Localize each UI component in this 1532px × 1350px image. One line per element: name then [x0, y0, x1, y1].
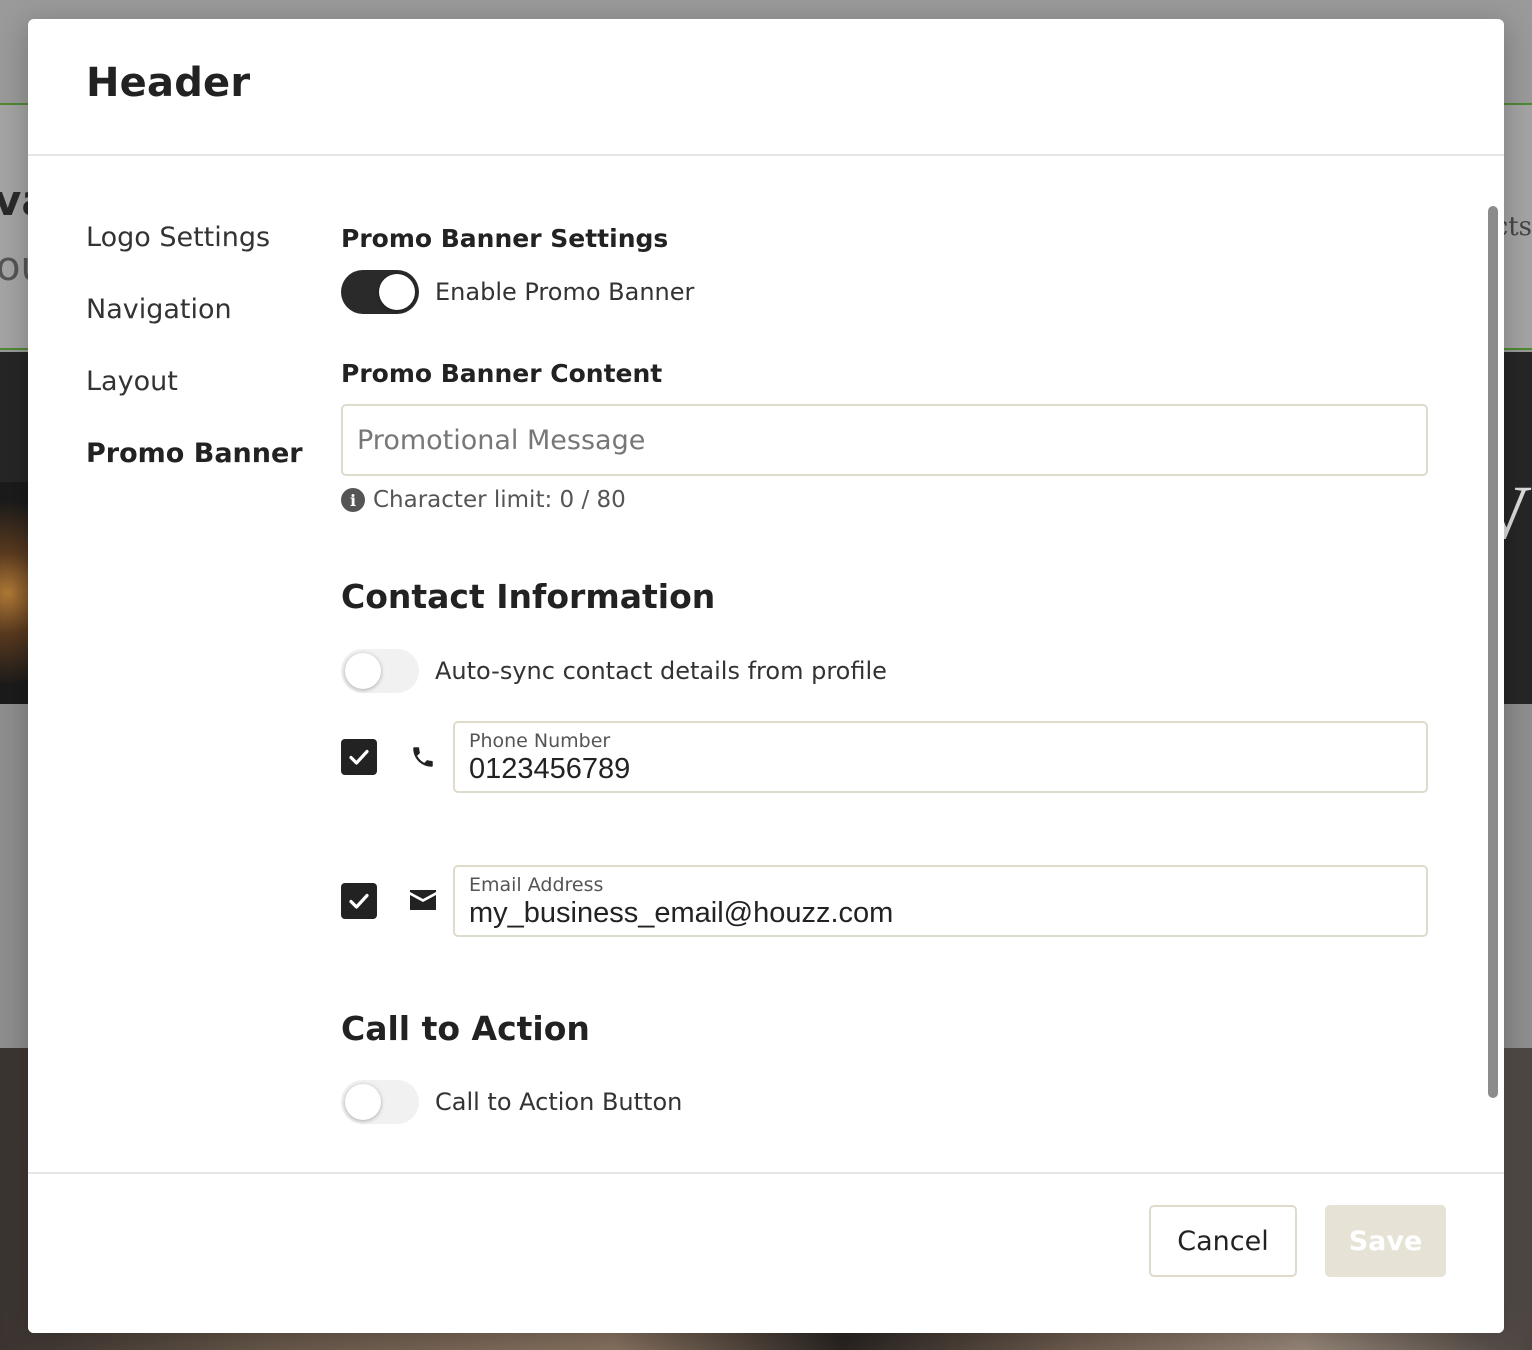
phone-field: Phone Number	[453, 721, 1428, 793]
email-field: Email Address	[453, 865, 1428, 937]
modal-title: Header	[86, 59, 251, 106]
phone-checkbox[interactable]	[341, 739, 377, 775]
nav-item-logo-settings[interactable]: Logo Settings	[86, 220, 326, 292]
header-settings-modal: Header Logo Settings Navigation Layout P…	[28, 19, 1504, 1333]
modal-footer: Cancel Save	[28, 1172, 1504, 1333]
info-icon: i	[341, 488, 365, 512]
save-button[interactable]: Save	[1325, 1205, 1446, 1277]
email-checkbox[interactable]	[341, 883, 377, 919]
envelope-icon	[407, 885, 439, 917]
toggle-knob	[345, 653, 381, 689]
check-icon	[349, 749, 369, 765]
nav-item-promo-banner[interactable]: Promo Banner	[86, 436, 326, 508]
toggle-knob	[345, 1084, 381, 1120]
char-limit-helper: i Character limit: 0 / 80	[341, 487, 626, 513]
email-input[interactable]	[469, 897, 1412, 929]
cta-toggle[interactable]	[341, 1080, 419, 1124]
settings-sidenav: Logo Settings Navigation Layout Promo Ba…	[86, 220, 326, 508]
check-icon	[349, 893, 369, 909]
phone-input[interactable]	[469, 753, 1412, 785]
auto-sync-label: Auto-sync contact details from profile	[435, 657, 887, 685]
modal-body: Logo Settings Navigation Layout Promo Ba…	[28, 156, 1504, 1172]
promo-content-label: Promo Banner Content	[341, 359, 663, 388]
auto-sync-toggle[interactable]	[341, 649, 419, 693]
enable-promo-label: Enable Promo Banner	[435, 278, 695, 306]
promo-message-input[interactable]	[341, 404, 1428, 476]
promo-settings-label: Promo Banner Settings	[341, 224, 669, 253]
cancel-button[interactable]: Cancel	[1149, 1205, 1297, 1277]
cta-heading: Call to Action	[341, 1009, 590, 1048]
phone-field-label: Phone Number	[469, 730, 611, 752]
nav-item-navigation[interactable]: Navigation	[86, 292, 326, 364]
nav-item-layout[interactable]: Layout	[86, 364, 326, 436]
phone-icon	[407, 741, 439, 773]
enable-promo-row: Enable Promo Banner	[341, 270, 694, 314]
modal-header: Header	[28, 19, 1504, 156]
email-field-label: Email Address	[469, 874, 604, 896]
enable-promo-toggle[interactable]	[341, 270, 419, 314]
toggle-knob	[379, 274, 415, 310]
contact-heading: Contact Information	[341, 577, 716, 616]
content-scrollbar[interactable]	[1488, 206, 1500, 1098]
cta-label: Call to Action Button	[435, 1088, 683, 1116]
auto-sync-row: Auto-sync contact details from profile	[341, 649, 887, 693]
phone-row: Phone Number	[341, 721, 1428, 793]
scrollbar-thumb[interactable]	[1488, 206, 1498, 1098]
email-row: Email Address	[341, 865, 1428, 937]
cta-row: Call to Action Button	[341, 1080, 682, 1124]
char-limit-text: Character limit: 0 / 80	[373, 487, 626, 513]
